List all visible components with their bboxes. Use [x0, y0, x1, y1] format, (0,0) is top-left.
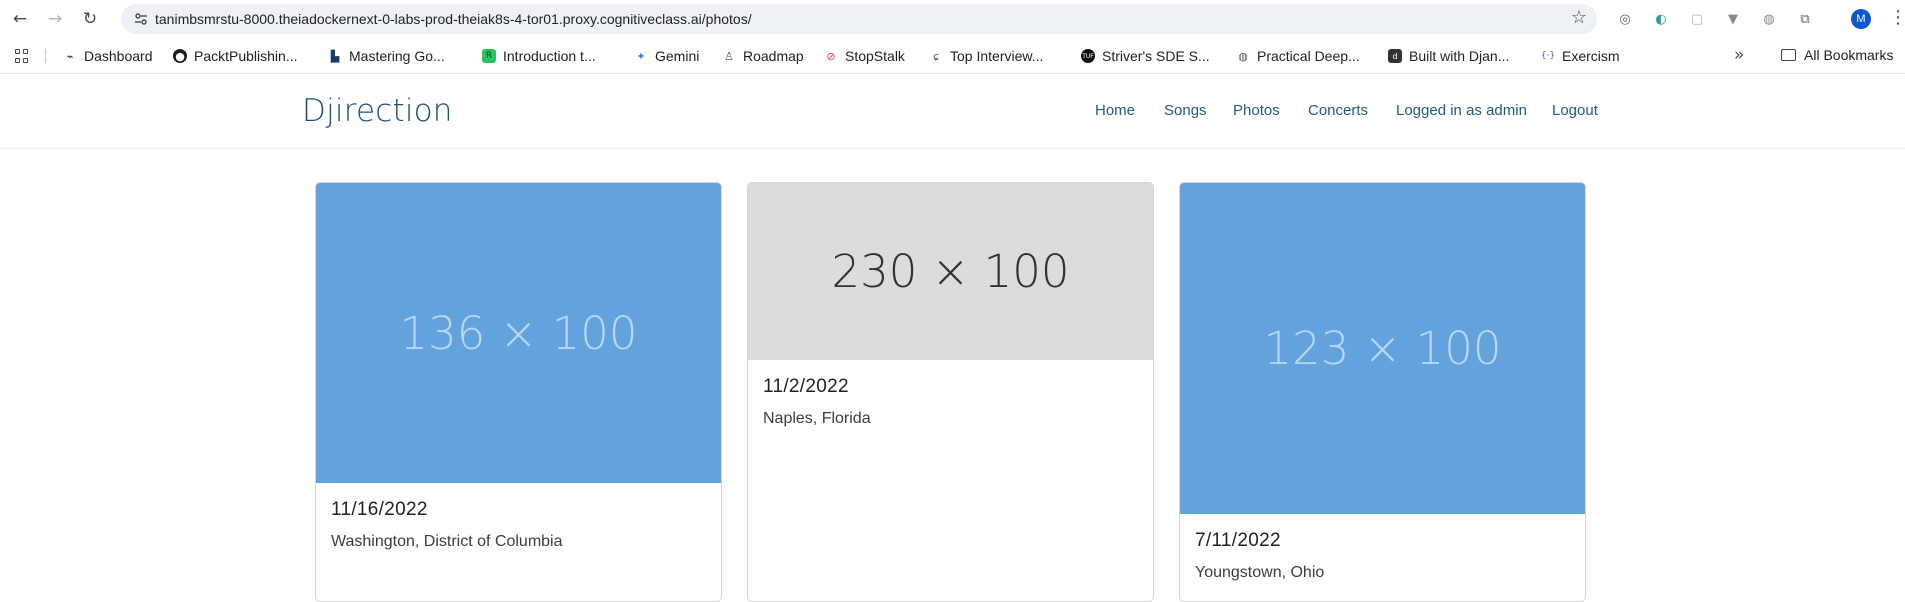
stopstalk-icon: ⊘ — [826, 49, 836, 63]
bookmark-star-icon[interactable]: ☆ — [1571, 7, 1587, 28]
forward-icon[interactable]: → — [45, 9, 65, 29]
photo-location: Naples, Florida — [763, 410, 871, 427]
github-icon: ● — [173, 49, 187, 63]
apps-icon[interactable] — [15, 49, 29, 63]
site-info-icon[interactable] — [133, 11, 149, 27]
bookmark-item[interactable]: ▙ Mastering Go... — [328, 47, 445, 65]
bookmark-item[interactable]: ⌁ Dashboard — [63, 47, 153, 65]
bookmark-item[interactable]: ● PacktPublishin... — [173, 47, 298, 65]
back-icon[interactable]: ← — [10, 9, 30, 29]
bookmark-item[interactable]: R Introduction t... — [482, 47, 596, 65]
photo-placeholder: 123 × 100 — [1180, 183, 1585, 514]
url-text[interactable]: tanimbsmrstu-8000.theiadockernext-0-labs… — [155, 11, 752, 27]
django-icon: d — [1388, 49, 1402, 63]
gopher-icon: ▙ — [330, 49, 340, 63]
bookmark-item[interactable]: d Built with Djan... — [1388, 47, 1509, 65]
extension-icon[interactable]: ▢ — [1687, 9, 1707, 29]
bookmark-label: Top Interview... — [950, 48, 1044, 64]
bookmark-label: Gemini — [655, 48, 700, 64]
photo-card[interactable]: 123 × 100 7/11/2022 Youngstown, Ohio — [1179, 182, 1586, 602]
bookmark-label: Striver's SDE S... — [1102, 48, 1210, 64]
dashboard-icon: ⌁ — [66, 49, 74, 63]
photo-card[interactable]: 230 × 100 11/2/2022 Naples, Florida — [747, 182, 1154, 602]
bookmark-label: Roadmap — [743, 48, 804, 64]
photo-placeholder: 136 × 100 — [316, 183, 721, 483]
browser-toolbar: ← → ↻ tanimbsmrstu-8000.theiadockernext-… — [0, 0, 1905, 38]
exercism-icon: {·} — [1540, 51, 1556, 61]
bookmark-label: PacktPublishin... — [194, 48, 298, 64]
extension-icon[interactable]: ◎ — [1615, 9, 1635, 29]
bookmark-label: Exercism — [1562, 48, 1620, 64]
photo-date: 11/2/2022 — [763, 376, 849, 397]
photo-location: Washington, District of Columbia — [331, 533, 563, 550]
bookmark-label: Mastering Go... — [349, 48, 445, 64]
nav-link-photos[interactable]: Photos — [1233, 102, 1280, 119]
nav-link-user[interactable]: Logged in as admin — [1396, 102, 1527, 119]
nav-link-concerts[interactable]: Concerts — [1308, 102, 1368, 119]
bookmark-item[interactable]: ✦ Gemini — [634, 47, 699, 65]
bookmark-label: StopStalk — [845, 48, 905, 64]
bookmark-label: Practical Deep... — [1257, 48, 1360, 64]
gemini-icon: ✦ — [636, 49, 646, 63]
photo-date: 11/16/2022 — [331, 499, 428, 520]
course-icon: R — [482, 49, 496, 63]
bookmark-label: Built with Djan... — [1409, 48, 1510, 64]
bookmark-item[interactable]: ɕ Top Interview... — [929, 47, 1043, 65]
address-bar[interactable]: tanimbsmrstu-8000.theiadockernext-0-labs… — [121, 4, 1597, 34]
bookmarks-bar: ⌁ Dashboard ● PacktPublishin... ▙ Master… — [0, 38, 1905, 74]
photo-card[interactable]: 136 × 100 11/16/2022 Washington, Distric… — [315, 182, 722, 602]
folder-icon — [1781, 49, 1796, 61]
reload-icon[interactable]: ↻ — [80, 9, 100, 29]
tuf-icon: TUF — [1081, 49, 1095, 63]
all-bookmarks-label: All Bookmarks — [1804, 47, 1894, 63]
site-navbar: Djirection Home Songs Photos Concerts Lo… — [0, 75, 1905, 149]
extension-icon[interactable]: ◐ — [1651, 9, 1671, 29]
nav-link-home[interactable]: Home — [1095, 102, 1135, 119]
bookmark-item[interactable]: ⊘ StopStalk — [824, 47, 905, 65]
extension-icon[interactable]: ▼ — [1723, 9, 1743, 29]
all-bookmarks-button[interactable]: All Bookmarks — [1781, 47, 1893, 63]
divider — [45, 49, 46, 63]
profile-avatar[interactable]: M — [1851, 9, 1871, 29]
bookmark-item[interactable]: ◍ Practical Deep... — [1236, 47, 1360, 65]
globe-icon: ◍ — [1238, 49, 1248, 63]
bookmark-item[interactable]: ♙ Roadmap — [722, 47, 804, 65]
site-brand[interactable]: Djirection — [302, 93, 453, 129]
bookmark-label: Dashboard — [84, 48, 153, 64]
globe-icon[interactable]: ◍ — [1759, 9, 1779, 29]
photo-placeholder: 230 × 100 — [748, 183, 1153, 360]
photo-date: 7/11/2022 — [1195, 530, 1281, 551]
puzzle-icon[interactable]: ⧉ — [1795, 9, 1815, 29]
nav-link-logout[interactable]: Logout — [1552, 102, 1598, 119]
photo-location: Youngstown, Ohio — [1195, 564, 1325, 581]
leetcode-icon: ɕ — [932, 49, 940, 63]
nav-link-songs[interactable]: Songs — [1164, 102, 1207, 119]
bookmark-item[interactable]: {·} Exercism — [1541, 47, 1620, 65]
more-bookmarks-icon[interactable]: » — [1734, 45, 1744, 65]
menu-icon[interactable]: ⋮ — [1889, 7, 1905, 28]
bookmark-item[interactable]: TUF Striver's SDE S... — [1081, 47, 1210, 65]
bookmark-label: Introduction t... — [503, 48, 596, 64]
roadmap-icon: ♙ — [724, 49, 734, 63]
